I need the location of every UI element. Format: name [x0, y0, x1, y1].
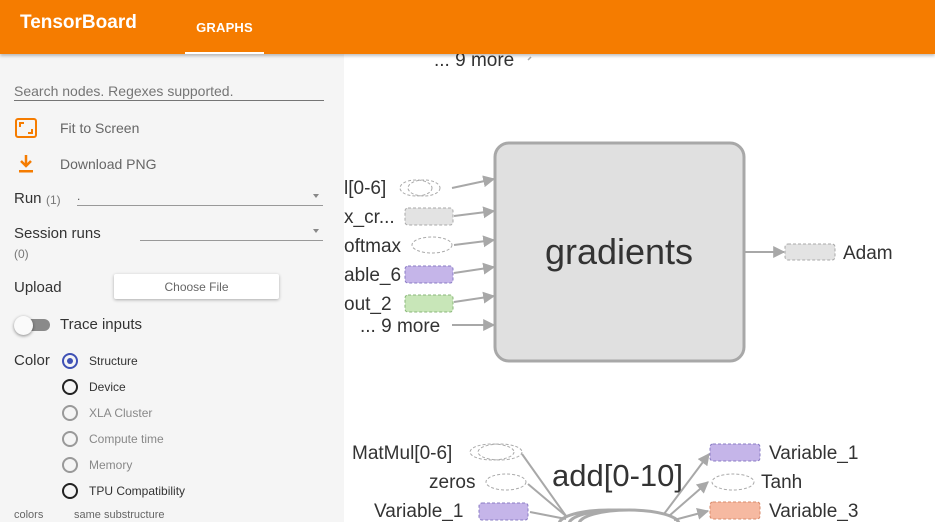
radio-label: Compute time: [89, 432, 164, 446]
fit-screen-icon: [14, 116, 38, 140]
color-option-device[interactable]: Device: [62, 379, 126, 395]
lower-output-label[interactable]: Variable_3: [769, 501, 858, 522]
input-node[interactable]: [411, 236, 453, 254]
input-label[interactable]: able_6: [344, 265, 401, 286]
upload-label: Upload: [14, 279, 62, 296]
choose-file-button[interactable]: Choose File: [114, 274, 279, 299]
color-option-compute-time[interactable]: Compute time: [62, 431, 164, 447]
input-series-node[interactable]: [407, 179, 441, 197]
lower-input-label[interactable]: MatMul[0-6]: [352, 443, 452, 464]
input-series-node[interactable]: [469, 443, 515, 461]
radio-label: Device: [89, 380, 126, 394]
input-variable-node[interactable]: [404, 265, 454, 284]
trace-inputs-label: Trace inputs: [60, 316, 142, 333]
legend-colors-label: colors: [14, 509, 44, 521]
radio-button: [62, 457, 78, 473]
edge: [453, 291, 496, 304]
app-header: TensorBoard GRAPHS: [0, 0, 935, 54]
toggle-thumb: [14, 316, 33, 335]
chevron-down-icon: [313, 229, 319, 233]
input-node[interactable]: [404, 294, 454, 313]
radio-label: Structure: [89, 354, 138, 368]
trace-inputs-toggle[interactable]: [14, 316, 52, 335]
app-title: TensorBoard: [20, 12, 137, 33]
radio-button: [62, 483, 78, 499]
lower-input-label[interactable]: zeros: [429, 472, 475, 493]
output-node[interactable]: [711, 473, 755, 491]
run-select-value: .: [77, 189, 81, 203]
input-label[interactable]: x_cr...: [344, 207, 395, 228]
input-node[interactable]: [485, 473, 527, 491]
search-input[interactable]: [14, 82, 324, 101]
chevron-down-icon: [313, 194, 319, 198]
sidebar: Fit to Screen Download PNG Run (1) . Ses…: [0, 54, 344, 522]
input-node[interactable]: [404, 207, 454, 226]
fit-to-screen-button[interactable]: Fit to Screen: [14, 116, 139, 140]
output-label[interactable]: Adam: [843, 243, 893, 264]
run-label: Run: [14, 190, 42, 207]
graph-canvas[interactable]: ... 9 more gradients l[0-6] x_cr... oftm…: [344, 54, 935, 522]
run-select[interactable]: .: [77, 189, 323, 206]
graph-svg[interactable]: ... 9 more gradients l[0-6] x_cr... oftm…: [344, 54, 935, 522]
run-count: (1): [46, 193, 61, 207]
download-png-button[interactable]: Download PNG: [14, 152, 157, 176]
lower-output-label[interactable]: Variable_1: [769, 443, 858, 464]
lower-input-label[interactable]: Variable_1: [374, 501, 463, 522]
edge: [453, 262, 496, 275]
add-node-label[interactable]: add[0-10]: [552, 458, 683, 493]
color-label: Color: [14, 352, 50, 369]
input-label[interactable]: oftmax: [344, 236, 402, 257]
lower-output-label[interactable]: Tanh: [761, 472, 802, 493]
output-variable-node[interactable]: [709, 501, 761, 520]
edge: [453, 235, 496, 248]
input-series-node[interactable]: [477, 443, 523, 461]
edge: [673, 507, 710, 521]
session-runs-count: (0): [14, 247, 29, 261]
radio-button: [62, 405, 78, 421]
input-variable-node[interactable]: [478, 502, 529, 521]
radio-button: [62, 379, 78, 395]
radio-button: [62, 431, 78, 447]
input-label[interactable]: l[0-6]: [344, 178, 386, 199]
color-option-memory[interactable]: Memory: [62, 457, 132, 473]
fit-to-screen-label: Fit to Screen: [60, 120, 140, 136]
edge: [453, 206, 496, 219]
input-series-node[interactable]: [399, 179, 433, 197]
session-runs-select[interactable]: [140, 224, 323, 241]
color-option-structure[interactable]: Structure: [62, 353, 138, 369]
session-runs-label: Session runs: [14, 225, 101, 242]
radio-label: TPU Compatibility: [89, 484, 186, 498]
radio-label: Memory: [89, 458, 133, 472]
download-png-label: Download PNG: [60, 156, 157, 172]
download-icon: [14, 152, 38, 176]
edge: [529, 511, 567, 520]
more-inputs-label[interactable]: ... 9 more: [434, 54, 514, 71]
edge: [451, 175, 496, 189]
radio-button: [62, 353, 78, 369]
tab-graphs[interactable]: GRAPHS: [185, 0, 264, 54]
input-label[interactable]: out_2: [344, 294, 392, 315]
color-option-xla-cluster[interactable]: XLA Cluster: [62, 405, 152, 421]
adam-node[interactable]: [784, 243, 836, 261]
more-inputs-label[interactable]: ... 9 more: [360, 316, 440, 337]
edge: [527, 56, 532, 61]
radio-label: XLA Cluster: [89, 406, 153, 420]
color-option-tpu-compatibility[interactable]: TPU Compatibility: [62, 483, 185, 499]
output-variable-node[interactable]: [709, 443, 761, 462]
gradients-node-label: gradients: [545, 231, 693, 272]
legend-same-substructure-label: same substructure: [74, 509, 165, 521]
